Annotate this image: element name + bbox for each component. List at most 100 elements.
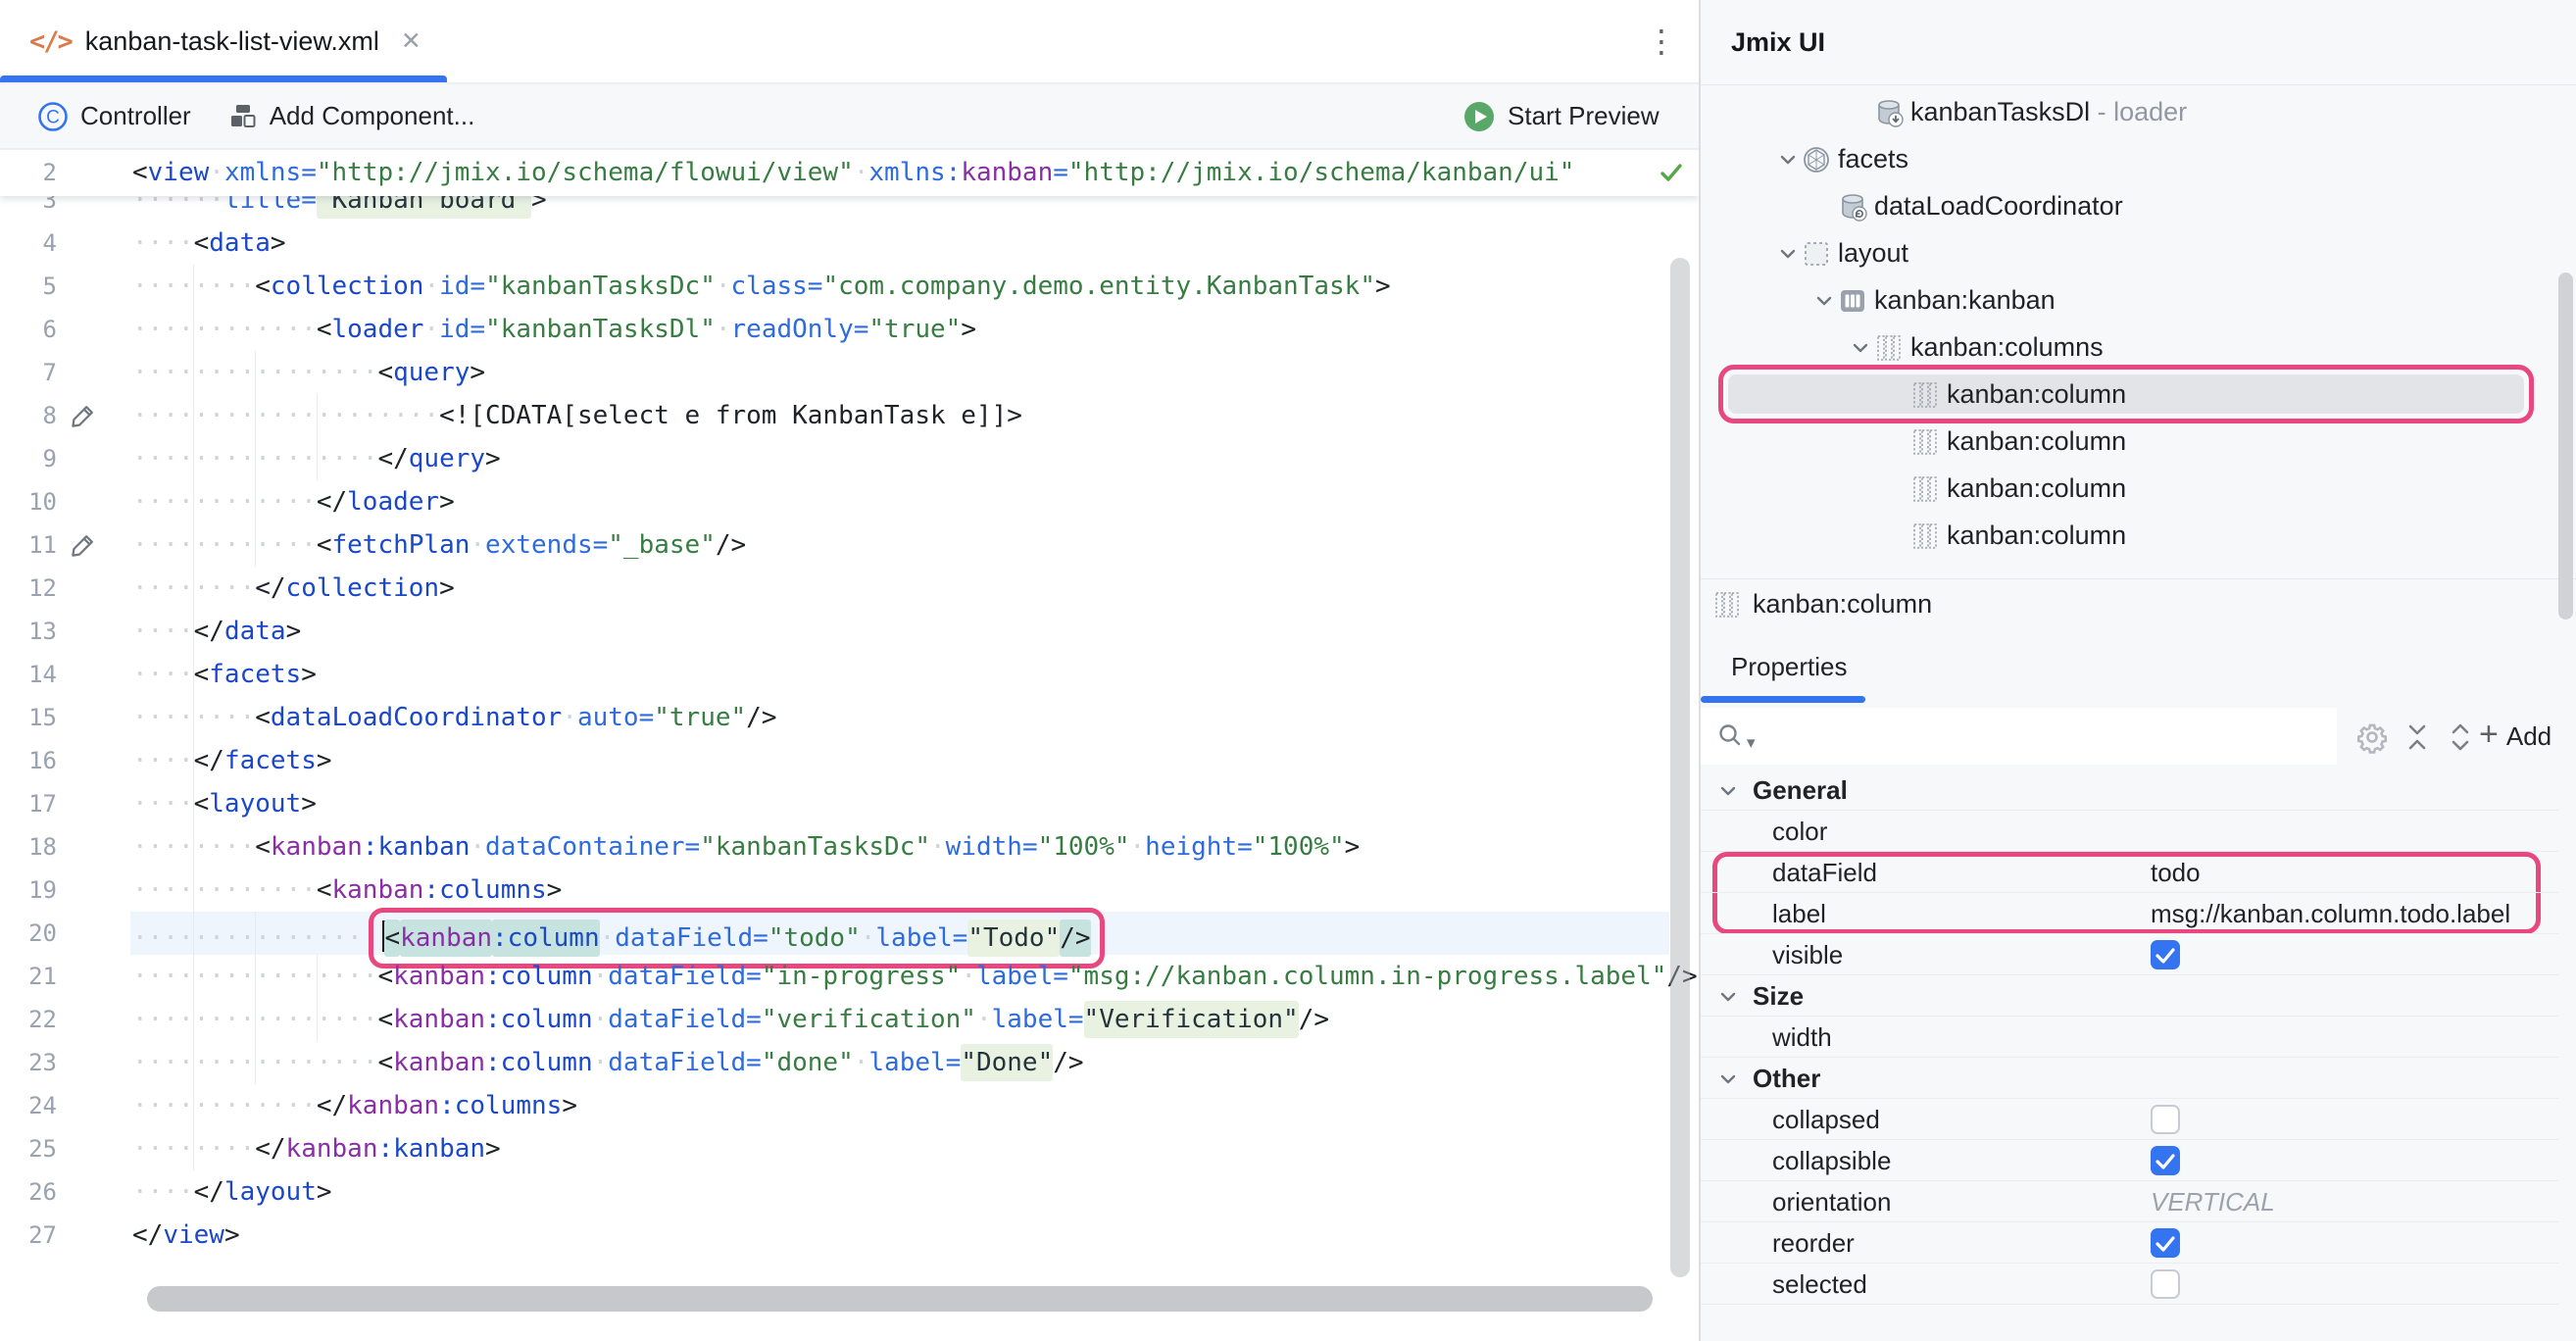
line-number[interactable]: 27 [0,1214,57,1257]
chevron-down-icon[interactable] [1811,288,1837,319]
code-line-27[interactable]: 27</view> [0,1214,1699,1257]
property-value-orientation[interactable]: VERTICAL [2151,1181,2275,1222]
code-line-20[interactable]: 20················<kanban:column·dataFie… [0,912,1699,955]
chevron-down-icon[interactable] [1848,335,1873,366]
line-number[interactable]: 17 [0,782,57,825]
code-line-19[interactable]: 19············<kanban:columns> [0,869,1699,912]
tab-properties[interactable]: Properties [1731,637,1848,696]
checkbox-selected[interactable] [2151,1269,2180,1299]
code-line-11[interactable]: 11············<fetchPlan·extends="_base"… [0,523,1699,567]
code-line-15[interactable]: 15········<dataLoadCoordinator·auto="tru… [0,696,1699,739]
line-number[interactable]: 2 [0,151,57,194]
property-section-Size[interactable]: Size [1701,975,2558,1017]
line-number[interactable]: 8 [0,394,57,437]
tree-item-layout[interactable]: layout [1701,229,2558,276]
chevron-down-icon[interactable] [1715,778,1741,809]
code-line-4[interactable]: 4····<data> [0,222,1699,265]
code-line-8[interactable]: 8····················<![CDATA[select e f… [0,394,1699,437]
controller-button[interactable]: C Controller [37,101,191,132]
line-number[interactable]: 25 [0,1127,57,1170]
chevron-down-icon[interactable] [1715,984,1741,1015]
pencil-icon[interactable] [69,401,98,435]
settings-gear-icon[interactable] [2355,720,2389,759]
line-number[interactable]: 10 [0,480,57,523]
line-number[interactable]: 18 [0,825,57,869]
line-number[interactable]: 19 [0,869,57,912]
code-line-22[interactable]: 22················<kanban:column·dataFie… [0,998,1699,1041]
editor-vertical-scrollbar[interactable] [1670,258,1690,1277]
line-number[interactable]: 5 [0,265,57,308]
code-line-2[interactable]: 2<view·xmlns="http://jmix.io/schema/flow… [0,151,1699,194]
line-number[interactable]: 15 [0,696,57,739]
editor-options-icon[interactable]: ⋮ [1639,0,1684,82]
tree-item-kanban-columns[interactable]: kanban:columns [1701,323,2558,371]
panel-vertical-scrollbar[interactable] [2558,273,2573,620]
pencil-icon[interactable] [69,530,98,565]
line-number[interactable]: 6 [0,308,57,351]
checkbox-collapsible[interactable] [2151,1146,2180,1175]
code-line-9[interactable]: 9················</query> [0,437,1699,480]
start-preview-button[interactable]: Start Preview [1462,84,1660,148]
tree-item-facets[interactable]: facets [1701,135,2558,182]
line-number[interactable]: 9 [0,437,57,480]
expand-all-icon[interactable] [2446,722,2475,757]
code-line-25[interactable]: 25········</kanban:kanban> [0,1127,1699,1170]
properties-search-input[interactable]: ▾ [1701,708,2337,765]
tree-item-kanban-column[interactable]: kanban:column [1701,465,2558,512]
code-line-17[interactable]: 17····<layout> [0,782,1699,825]
add-property-button[interactable]: + Add [2479,708,2551,765]
tree-item-kanban-kanban[interactable]: kanban:kanban [1701,276,2558,323]
code-line-21[interactable]: 21················<kanban:column·dataFie… [0,955,1699,998]
line-number[interactable]: 11 [0,523,57,567]
checkbox-reorder[interactable] [2151,1228,2180,1258]
line-number[interactable]: 21 [0,955,57,998]
line-number[interactable]: 13 [0,610,57,653]
line-number[interactable]: 26 [0,1170,57,1214]
code-line-12[interactable]: 12········</collection> [0,567,1699,610]
code-line-18[interactable]: 18········<kanban:kanban·dataContainer="… [0,825,1699,869]
checkbox-visible[interactable] [2151,940,2180,969]
line-number[interactable]: 20 [0,912,57,955]
code-token: < [377,1048,393,1077]
line-number[interactable]: 12 [0,567,57,610]
add-component-button[interactable]: Add Component... [228,101,475,131]
line-number[interactable]: 7 [0,351,57,394]
tree-item-kanban-column[interactable]: kanban:column [1701,512,2558,559]
tab-kanban-task-list-view[interactable]: </> kanban-task-list-view.xml ✕ [0,0,421,82]
close-tab-icon[interactable]: ✕ [401,26,421,56]
tree-item-dataLoadCoordinator[interactable]: dataLoadCoordinator [1701,182,2558,229]
property-section-Other[interactable]: Other [1701,1058,2558,1099]
property-value-dataField[interactable]: todo [2151,852,2201,893]
code-editor[interactable]: 3······title="Kanban board">4····<data>5… [0,150,1699,1341]
code-token: ········ [132,832,255,862]
collapse-all-icon[interactable] [2403,722,2432,757]
line-number[interactable]: 4 [0,222,57,265]
line-number[interactable]: 16 [0,739,57,782]
tree-item-kanban-column[interactable]: kanban:column [1701,371,2558,418]
code-line-23[interactable]: 23················<kanban:column·dataFie… [0,1041,1699,1084]
code-line-26[interactable]: 26····</layout> [0,1170,1699,1214]
code-line-24[interactable]: 24············</kanban:columns> [0,1084,1699,1127]
property-value-label[interactable]: msg://kanban.column.todo.label [2151,893,2510,934]
line-number[interactable]: 24 [0,1084,57,1127]
editor-horizontal-scrollbar[interactable] [147,1286,1653,1312]
chevron-down-icon[interactable] [1775,241,1801,272]
search-options-caret-icon[interactable]: ▾ [1747,733,1756,753]
checkbox-collapsed[interactable] [2151,1105,2180,1134]
code-line-14[interactable]: 14····<facets> [0,653,1699,696]
code-token: extends= [485,530,608,560]
code-line-10[interactable]: 10············</loader> [0,480,1699,523]
code-line-16[interactable]: 16····</facets> [0,739,1699,782]
code-line-13[interactable]: 13····</data> [0,610,1699,653]
property-section-General[interactable]: General [1701,770,2558,811]
tree-item-kanbanTasksDl[interactable]: kanbanTasksDl - loader [1701,88,2558,135]
code-line-6[interactable]: 6············<loader·id="kanbanTasksDl"·… [0,308,1699,351]
line-number[interactable]: 14 [0,653,57,696]
code-line-7[interactable]: 7················<query> [0,351,1699,394]
tree-item-kanban-column[interactable]: kanban:column [1701,418,2558,465]
code-line-5[interactable]: 5········<collection·id="kanbanTasksDc"·… [0,265,1699,308]
line-number[interactable]: 23 [0,1041,57,1084]
chevron-down-icon[interactable] [1775,147,1801,177]
line-number[interactable]: 22 [0,998,57,1041]
chevron-down-icon[interactable] [1715,1067,1741,1097]
